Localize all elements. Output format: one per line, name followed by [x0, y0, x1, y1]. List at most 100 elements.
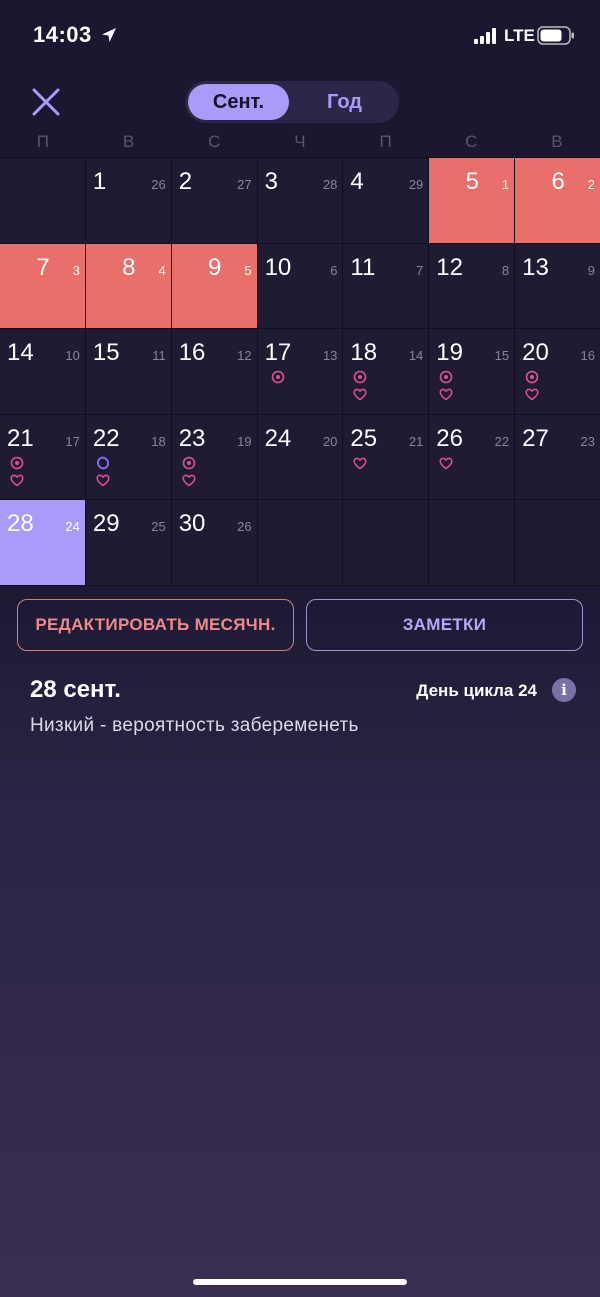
calendar-day-cell[interactable]: 15 11: [85, 329, 171, 414]
calendar-day-cell[interactable]: 3 28: [257, 158, 343, 243]
day-number: 26: [436, 424, 463, 452]
day-markers: [270, 369, 286, 385]
cycle-day-number: 20: [322, 433, 338, 449]
calendar-day-cell[interactable]: 4 29: [343, 158, 429, 243]
day-number: 4: [350, 168, 364, 195]
day-number: 17: [264, 339, 292, 367]
calendar-grid: 1 26 2 27 3 28 4 29 5 1 6 2 7 3 8 4 9 5 10 6 11 7 12 8 13 9 14 10 15…: [0, 157, 600, 586]
cycle-day-number: 6: [330, 262, 338, 278]
egg-icon: [96, 456, 109, 470]
calendar-day-cell[interactable]: 11 7: [343, 243, 429, 329]
calendar-empty-cell: [429, 500, 515, 585]
cycle-day-number: 5: [244, 262, 252, 278]
day-number: 18: [350, 339, 378, 367]
close-button[interactable]: [28, 84, 64, 120]
tab-year[interactable]: Год: [293, 84, 396, 120]
day-number: 11: [350, 253, 376, 281]
heart-icon: [439, 457, 453, 470]
view-switcher: Сент. Год: [185, 81, 399, 123]
weekday-label: П: [36, 132, 49, 151]
cycle-day-number: 10: [65, 348, 80, 364]
calendar-day-cell[interactable]: 19 15: [429, 329, 515, 414]
calendar-day-cell[interactable]: 13 9: [515, 243, 600, 329]
calendar-day-cell[interactable]: 26 22: [429, 414, 515, 500]
calendar-empty-cell: [343, 500, 429, 585]
day-number: 1: [92, 168, 107, 195]
calendar-day-cell[interactable]: 17 13: [257, 329, 343, 414]
calendar-day-cell[interactable]: 25 21: [343, 414, 429, 500]
cycle-day-number: 2: [587, 177, 595, 192]
ovulation-icon: [182, 456, 196, 470]
calendar-day-cell[interactable]: 1 26: [85, 158, 171, 243]
day-markers: [438, 455, 454, 471]
day-number: 2: [178, 168, 193, 195]
weekday-header: П В С Ч П С В: [0, 132, 600, 158]
calendar-day-cell[interactable]: 29 25: [85, 500, 171, 585]
calendar-day-cell[interactable]: 20 16: [515, 329, 600, 414]
weekday-label: С: [465, 132, 478, 151]
day-markers: [9, 455, 25, 488]
weekday-label: С: [208, 132, 221, 151]
calendar-day-cell[interactable]: 51: [429, 158, 515, 243]
calendar-day-cell[interactable]: 24 20: [257, 414, 343, 500]
day-number: 16: [178, 339, 206, 367]
day-number: 22: [92, 424, 120, 452]
info-icon[interactable]: i: [552, 678, 576, 702]
calendar-day-cell[interactable]: 10 6: [257, 243, 343, 329]
heart-icon: [10, 474, 24, 487]
home-indicator[interactable]: [193, 1279, 407, 1285]
cycle-day-number: 1: [501, 177, 510, 192]
status-bar: 14:03 LTE: [0, 0, 600, 72]
calendar-day-cell[interactable]: 62: [515, 158, 600, 243]
calendar-day-cell[interactable]: 73: [0, 243, 85, 329]
cycle-day-label: День цикла 24: [416, 681, 537, 700]
ovulation-icon: [271, 370, 284, 384]
tab-month[interactable]: Сент.: [188, 84, 289, 120]
weekday-label: В: [551, 132, 563, 151]
heart-icon: [96, 474, 110, 487]
calendar-day-cell[interactable]: 23 19: [171, 414, 257, 500]
location-arrow-icon: [102, 28, 116, 42]
ovulation-icon: [525, 370, 539, 384]
day-number: 25: [350, 424, 378, 452]
calendar-day-cell[interactable]: 2 27: [171, 158, 257, 243]
ovulation-icon: [439, 370, 453, 384]
cycle-day-number: 26: [237, 519, 252, 535]
cycle-day-number: 25: [151, 519, 166, 535]
calendar-day-cell[interactable]: 27 23: [515, 414, 600, 500]
calendar-day-cell[interactable]: 18 14: [343, 329, 429, 414]
day-number: 3: [264, 168, 278, 195]
weekday-label: Ч: [294, 132, 306, 151]
day-number: 23: [178, 424, 206, 452]
calendar-day-cell[interactable]: 16 12: [171, 329, 257, 414]
calendar-day-cell[interactable]: 84: [85, 243, 171, 329]
cycle-day-number: 19: [237, 433, 252, 449]
cycle-day-number: 26: [151, 177, 166, 192]
cycle-day-number: 4: [158, 262, 166, 278]
calendar-day-cell[interactable]: 14 10: [0, 329, 85, 414]
cycle-day-number: 17: [65, 433, 80, 449]
cycle-day-number: 18: [151, 433, 166, 449]
day-number: 21: [7, 424, 34, 452]
calendar-day-cell[interactable]: 95: [171, 243, 257, 329]
cycle-day-number: 27: [237, 177, 252, 192]
ovulation-icon: [10, 456, 24, 470]
network-type: LTE: [504, 26, 535, 45]
notes-button[interactable]: ЗАМЕТКИ: [306, 599, 583, 651]
pregnancy-probability: Низкий - вероятность забеременеть: [30, 715, 359, 736]
cycle-day-number: 9: [587, 262, 595, 278]
cycle-day-number: 28: [322, 177, 338, 192]
ovulation-icon: [354, 370, 367, 384]
calendar-day-cell[interactable]: 12 8: [429, 243, 515, 329]
calendar-day-cell[interactable]: 21 17: [0, 414, 85, 500]
calendar-day-cell[interactable]: 22 18: [85, 414, 171, 500]
day-number: 27: [522, 424, 549, 452]
calendar-day-cell[interactable]: 28 24: [0, 500, 85, 585]
calendar-empty-cell: [0, 158, 85, 243]
day-markers: [352, 369, 368, 402]
edit-period-button[interactable]: РЕДАКТИРОВАТЬ МЕСЯЧН.: [17, 599, 294, 651]
cycle-day-number: 15: [494, 348, 510, 364]
cycle-day-number: 23: [580, 433, 595, 449]
day-number: 15: [92, 339, 120, 367]
calendar-day-cell[interactable]: 30 26: [171, 500, 257, 585]
